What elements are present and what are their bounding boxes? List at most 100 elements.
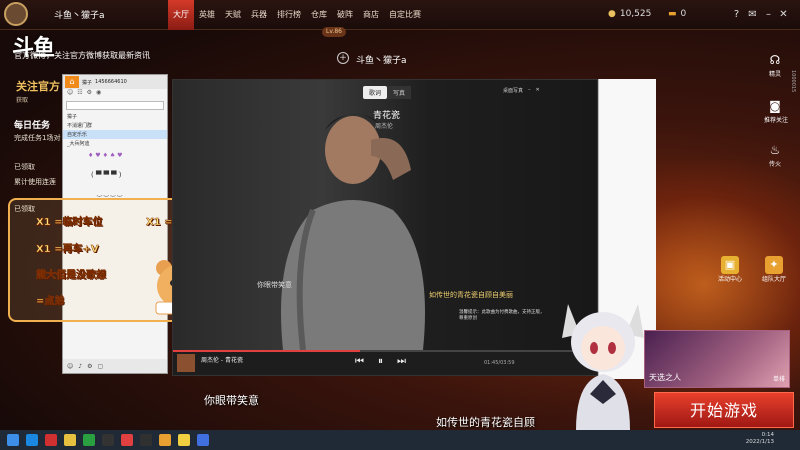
group-icon[interactable]: ☷ bbox=[77, 89, 82, 99]
sticker-line-1: X1 =临时车位 bbox=[36, 217, 103, 228]
daily-tasks-title: 每日任务 bbox=[14, 121, 51, 131]
list-item[interactable]: 不消遣门群 bbox=[63, 121, 167, 130]
svg-text:( ▀ ▀ ▀ ): ( ▀ ▀ ▀ ) bbox=[91, 170, 122, 179]
nav-heroes[interactable]: 英雄 bbox=[194, 0, 220, 30]
next-icon[interactable]: ⏭ bbox=[397, 356, 406, 367]
stream-title: 斗鱼丶獴子a bbox=[356, 56, 407, 66]
follow-official-title: 关注官方 bbox=[16, 80, 60, 93]
app-icon[interactable] bbox=[45, 434, 57, 446]
edge-icon[interactable] bbox=[26, 434, 38, 446]
event-center-button[interactable]: ▣ 活动中心 bbox=[712, 256, 748, 283]
app-icon[interactable] bbox=[121, 434, 133, 446]
chat-user: 獴子 bbox=[82, 79, 93, 86]
nav-talent[interactable]: 天赋 bbox=[220, 0, 246, 30]
nav-lobby[interactable]: 大厅 bbox=[168, 0, 194, 30]
avatar[interactable] bbox=[4, 2, 28, 26]
daily-task-text: 完成任务1场对 bbox=[14, 134, 61, 142]
home-icon[interactable]: ⌂ bbox=[65, 76, 79, 88]
mail-icon[interactable]: ✉ bbox=[746, 8, 759, 21]
chat-toolbar: ☺ ☷ ⚙ ◉ bbox=[63, 89, 167, 99]
vtuber-avatar bbox=[562, 304, 644, 430]
album-thumbnail[interactable] bbox=[177, 354, 195, 372]
team-icon: ✦ bbox=[765, 256, 783, 274]
minimize-icon[interactable]: – bbox=[762, 8, 775, 21]
system-clock[interactable]: 0:14 2022/1/13 bbox=[746, 432, 774, 446]
app-icon[interactable] bbox=[102, 434, 114, 446]
artist-figure bbox=[281, 113, 425, 350]
app-icon[interactable] bbox=[197, 434, 209, 446]
nav-shop[interactable]: 商店 bbox=[358, 0, 384, 30]
window-icon[interactable]: ▢ bbox=[98, 363, 104, 370]
tab-lyrics[interactable]: 歌词 bbox=[363, 86, 388, 99]
nav-warehouse[interactable]: 仓库 bbox=[306, 0, 332, 30]
username: 斗鱼丶獴子a bbox=[54, 11, 105, 21]
torch-button[interactable]: ♨ 传火 bbox=[764, 142, 786, 168]
start-game-button[interactable]: 开始游戏 bbox=[654, 392, 794, 428]
song-title: 青花瓷 bbox=[373, 111, 401, 121]
player-control-bar: 周杰伦 - 青花瓷 ⏮ ⏸ ⏭ 01:45/03:59 bbox=[173, 350, 597, 375]
player-window-controls: 桌面写真 – ✕ bbox=[503, 87, 540, 94]
main-nav: 大厅 英雄 天赋 兵器 排行榜 仓库 破阵 商店 自定比赛 bbox=[168, 0, 426, 30]
subtitle-line-1: 你眼带笑意 bbox=[204, 394, 259, 407]
windows-start-icon[interactable] bbox=[7, 434, 19, 446]
music-player-window: 歌词 写真 桌面写真 – ✕ 青花瓷 周杰伦 你眼带笑意 如传世的青花瓷自顾自美… bbox=[172, 79, 598, 376]
sticker-line-4: =点弟 bbox=[36, 296, 65, 307]
lyric-line: 你眼带笑意 bbox=[257, 281, 292, 289]
lyric-line-current: 如传世的青花瓷自顾自美丽 bbox=[429, 291, 513, 299]
chat-bottom-bar: ☺ ♪ ⚙ ▢ bbox=[63, 359, 167, 373]
progress-track[interactable] bbox=[173, 350, 597, 352]
cumulative-text: 累计使用连莲 bbox=[14, 178, 56, 186]
folder-icon[interactable] bbox=[64, 434, 76, 446]
app-icon[interactable] bbox=[140, 434, 152, 446]
settings-icon[interactable]: ⚙ bbox=[87, 89, 92, 99]
minimize-icon[interactable]: – bbox=[528, 87, 531, 94]
svg-text:‿ ‿ ‿ ‿: ‿ ‿ ‿ ‿ bbox=[96, 190, 123, 197]
recommend-follow-button[interactable]: ◙ 推荐关注 bbox=[764, 98, 788, 124]
sticker-line-2: X1 =再车+V bbox=[36, 244, 99, 255]
close-icon[interactable]: ✕ bbox=[536, 87, 540, 94]
team-lobby-button[interactable]: ✦ 组队大厅 bbox=[756, 256, 792, 283]
sticker-line-3: 熊大佰是没歌想 bbox=[36, 270, 106, 281]
nav-leaderboard[interactable]: 排行榜 bbox=[272, 0, 306, 30]
svg-text:♦ ♥ ♦ ♠ ♥: ♦ ♥ ♦ ♠ ♥ bbox=[88, 152, 123, 159]
chat-user-id: 1456664610 bbox=[95, 79, 127, 85]
list-item[interactable]: 獴子 bbox=[63, 112, 167, 121]
pause-icon[interactable]: ⏸ bbox=[378, 356, 383, 367]
help-icon[interactable]: ? bbox=[730, 8, 743, 21]
event-card[interactable]: 天选之人 单排 bbox=[644, 330, 790, 388]
chat-search-input[interactable] bbox=[66, 101, 164, 110]
currency-gold: ● 10,525 bbox=[608, 9, 652, 19]
playback-controls: ⏮ ⏸ ⏭ bbox=[355, 356, 406, 367]
settings-icon[interactable]: ⚙ bbox=[87, 363, 92, 370]
app-icon[interactable] bbox=[159, 434, 171, 446]
app-icon[interactable] bbox=[178, 434, 190, 446]
progress-fill bbox=[173, 350, 361, 352]
wechat-icon[interactable] bbox=[83, 434, 95, 446]
user-icon[interactable]: ☺ bbox=[67, 363, 73, 370]
user-icon[interactable]: ☺ bbox=[67, 89, 73, 99]
sprite-button[interactable]: ☊ 精灵 bbox=[764, 52, 786, 78]
nav-weapons[interactable]: 兵器 bbox=[246, 0, 272, 30]
volume-icon[interactable]: ♪ bbox=[78, 363, 82, 370]
coin-icon: ● bbox=[608, 9, 616, 19]
song-artist: 周杰伦 bbox=[375, 123, 394, 130]
currency-gems: ▬ 0 bbox=[668, 9, 687, 19]
add-friend-icon[interactable]: + bbox=[337, 52, 349, 64]
fire-icon: ♨ bbox=[769, 143, 781, 157]
desktop-photo-button[interactable]: 桌面写真 bbox=[503, 87, 523, 94]
subtitle-line-2: 如传世的青花瓷自顾 bbox=[436, 416, 535, 429]
list-item[interactable]: 自定乐乐 bbox=[63, 130, 167, 139]
tab-photo[interactable]: 写真 bbox=[387, 86, 412, 99]
camera-icon: ◙ bbox=[769, 99, 781, 113]
close-icon[interactable]: ✕ bbox=[777, 8, 790, 21]
windows-taskbar: 0:14 2022/1/13 bbox=[0, 430, 800, 450]
event-tag: 单排 bbox=[772, 376, 785, 383]
location-icon[interactable]: ◉ bbox=[96, 89, 101, 99]
gold-bar-icon: ▬ bbox=[668, 9, 677, 19]
player-notice: 温馨提示：此歌曲为付费歌曲，支持正版，尊重原创 bbox=[459, 310, 545, 321]
nav-breakthrough[interactable]: 破阵 bbox=[332, 0, 358, 30]
nav-custom-match[interactable]: 自定比赛 bbox=[384, 0, 426, 30]
level-badge: Lv.86 bbox=[322, 27, 346, 37]
game-client-screen: 斗鱼丶獴子a 大厅 英雄 天赋 兵器 排行榜 仓库 破阵 商店 自定比赛 ● 1… bbox=[0, 0, 800, 450]
previous-icon[interactable]: ⏮ bbox=[355, 356, 364, 367]
